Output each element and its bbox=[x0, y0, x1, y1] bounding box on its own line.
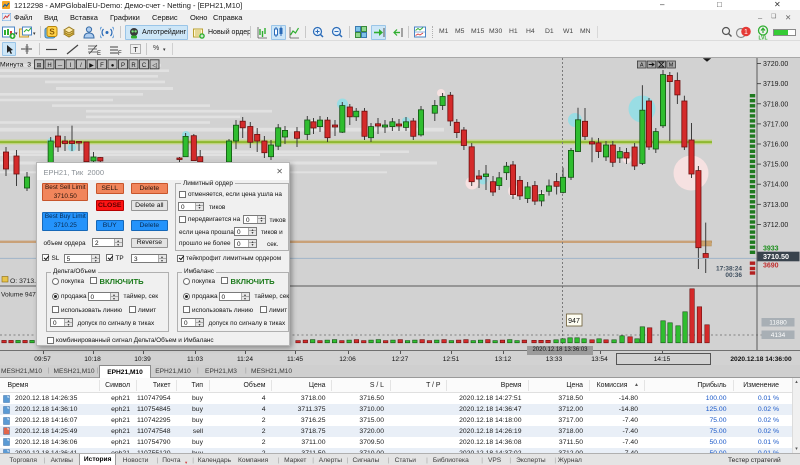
svg-text:3718.00: 3718.00 bbox=[763, 101, 788, 108]
svg-text:3712.00: 3712.00 bbox=[763, 222, 788, 229]
svg-text:─: ─ bbox=[57, 63, 63, 69]
svg-text:3717.00: 3717.00 bbox=[763, 121, 788, 128]
svg-text:P: P bbox=[121, 63, 125, 69]
svg-text:3715.00: 3715.00 bbox=[763, 162, 788, 169]
svg-text:3720.00: 3720.00 bbox=[763, 61, 788, 68]
svg-text:T: T bbox=[133, 45, 138, 54]
svg-text:F: F bbox=[100, 63, 104, 69]
svg-text:LVL: LVL bbox=[758, 36, 767, 41]
svg-text:M: M bbox=[669, 63, 674, 69]
svg-text:▶: ▶ bbox=[89, 63, 94, 69]
svg-text:⊞: ⊞ bbox=[36, 63, 41, 69]
svg-text:3690: 3690 bbox=[763, 262, 779, 269]
svg-text:C: C bbox=[142, 63, 147, 69]
svg-text:●: ● bbox=[111, 63, 115, 69]
svg-text:947: 947 bbox=[568, 318, 580, 325]
svg-text:Минута 3: Минута 3 bbox=[0, 61, 31, 68]
svg-text:H: H bbox=[47, 63, 51, 69]
svg-text:R: R bbox=[131, 63, 136, 69]
svg-text:00:36: 00:36 bbox=[725, 272, 742, 279]
svg-text:3719.00: 3719.00 bbox=[763, 81, 788, 88]
svg-text:1: 1 bbox=[744, 29, 748, 36]
svg-text:Volume 947: Volume 947 bbox=[1, 292, 36, 299]
svg-text:11880: 11880 bbox=[769, 320, 787, 327]
svg-text:3713.00: 3713.00 bbox=[763, 202, 788, 209]
svg-text:4134: 4134 bbox=[771, 332, 786, 339]
svg-text:E: E bbox=[97, 51, 101, 56]
svg-text:A: A bbox=[640, 63, 644, 69]
svg-text:3714.00: 3714.00 bbox=[763, 182, 788, 189]
svg-text:F: F bbox=[118, 51, 122, 56]
svg-text:3716.00: 3716.00 bbox=[763, 142, 788, 149]
svg-text:3710.50: 3710.50 bbox=[763, 252, 789, 261]
svg-text:S: S bbox=[49, 28, 55, 37]
svg-text:◁: ◁ bbox=[152, 63, 157, 69]
svg-text:O: 3713.: O: 3713. bbox=[10, 278, 36, 285]
